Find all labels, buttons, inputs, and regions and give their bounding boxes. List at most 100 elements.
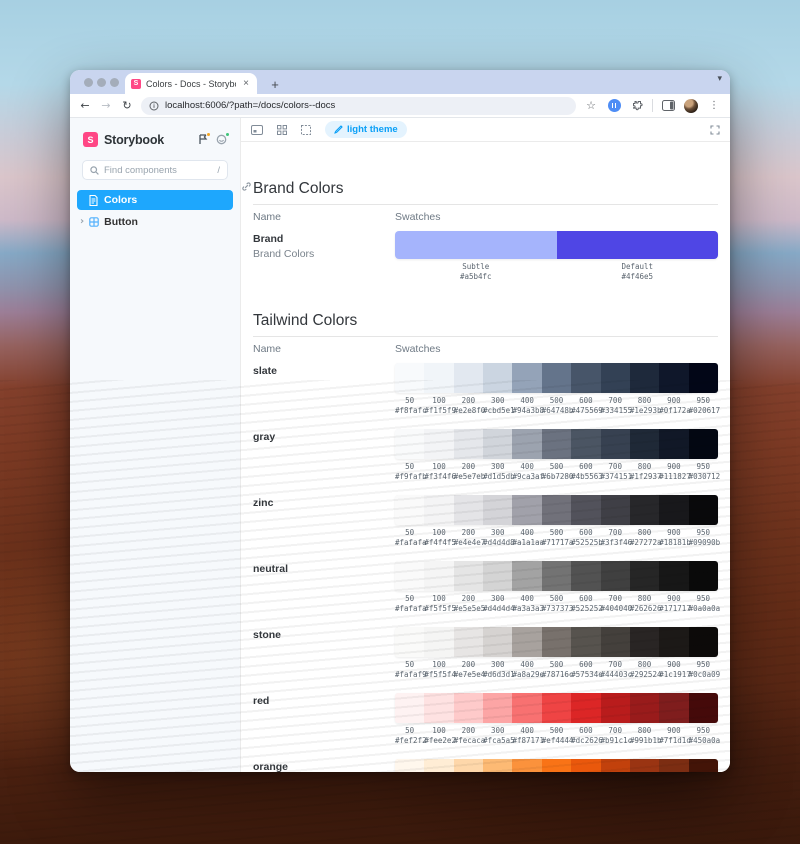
color-name: Brand bbox=[253, 233, 395, 245]
swatch bbox=[483, 429, 512, 459]
heading-anchor-link-icon[interactable] bbox=[242, 182, 251, 191]
table-row: red50100200300400500600700800900950#fef2… bbox=[253, 693, 718, 746]
browser-tab[interactable]: S Colors - Docs - Storybook × bbox=[125, 73, 257, 94]
shortcuts-menu-icon[interactable] bbox=[196, 133, 209, 146]
browser-toolbar: ← → ↻ localhost:6006/?path=/docs/colors-… bbox=[70, 94, 730, 118]
hex-label: #ef4444 bbox=[542, 736, 571, 746]
swatch bbox=[571, 363, 600, 393]
hex-label: #44403c bbox=[601, 670, 630, 680]
swatch bbox=[601, 759, 630, 772]
scale-label: 950 bbox=[689, 462, 718, 472]
hex-label: #1c1917 bbox=[659, 670, 688, 680]
row-name-cell: slate bbox=[253, 363, 395, 416]
paintbrush-icon bbox=[334, 125, 343, 134]
hex-label: #450a0a bbox=[689, 736, 718, 746]
scale-label: 950 bbox=[689, 528, 718, 538]
outline-toggle-icon[interactable] bbox=[301, 125, 311, 135]
hex-label: #fee2e2 bbox=[424, 736, 453, 746]
scale-label: 600 bbox=[571, 462, 600, 472]
tailwind-rows: slate50100200300400500600700800900950#f8… bbox=[253, 363, 718, 772]
sidebar-item-button[interactable]: › Button bbox=[70, 212, 240, 232]
close-window-button[interactable] bbox=[84, 78, 93, 87]
hex-label: #f3f4f6 bbox=[424, 472, 453, 482]
scale-labels: 50100200300400500600700800900950 bbox=[395, 726, 718, 736]
scale-label: 700 bbox=[601, 528, 630, 538]
swatch bbox=[659, 627, 688, 657]
swatch bbox=[512, 759, 541, 772]
swatch bbox=[630, 627, 659, 657]
column-name: Name bbox=[253, 211, 395, 223]
theme-switcher-button[interactable]: light theme bbox=[325, 121, 407, 138]
swatch bbox=[601, 561, 630, 591]
scale-label: 500 bbox=[542, 726, 571, 736]
swatch bbox=[542, 561, 571, 591]
swatch bbox=[689, 561, 718, 591]
swatch bbox=[483, 627, 512, 657]
swatch bbox=[630, 429, 659, 459]
tab-search-chevron-icon[interactable]: ▾ bbox=[717, 73, 722, 84]
grid-toggle-icon[interactable] bbox=[277, 125, 287, 135]
swatch-bar bbox=[395, 627, 718, 657]
docs-page: Brand Colors Name Swatches BrandBrand Co… bbox=[241, 142, 730, 772]
hex-label: #0c0a09 bbox=[689, 670, 718, 680]
sidebar-item-colors[interactable]: Colors bbox=[77, 190, 233, 210]
hex-label: #d4d4d4 bbox=[483, 604, 512, 614]
swatch bbox=[571, 429, 600, 459]
whats-new-icon[interactable] bbox=[215, 133, 228, 146]
hex-label: #94a3b8 bbox=[512, 406, 541, 416]
address-bar[interactable]: localhost:6006/?path=/docs/colors--docs bbox=[141, 97, 576, 115]
scale-label: 700 bbox=[601, 594, 630, 604]
swatch bbox=[630, 561, 659, 591]
swatch-cell: 50100200300400500600700800900950#fafaf9#… bbox=[395, 627, 718, 680]
expand-chevron-icon[interactable]: › bbox=[80, 217, 84, 227]
site-info-icon[interactable] bbox=[149, 101, 159, 111]
scale-label: 800 bbox=[630, 594, 659, 604]
forward-icon[interactable]: → bbox=[99, 99, 113, 112]
scale-labels: 50100200300400500600700800900950 bbox=[395, 396, 718, 406]
row-name-cell: orange bbox=[253, 759, 395, 772]
search-input[interactable]: Find components / bbox=[82, 160, 228, 180]
swatch bbox=[571, 561, 600, 591]
scale-label: 300 bbox=[483, 660, 512, 670]
side-panel-icon[interactable] bbox=[660, 98, 676, 114]
scale-label: 700 bbox=[601, 462, 630, 472]
hex-label: #737373 bbox=[542, 604, 571, 614]
column-swatches: Swatches bbox=[395, 211, 441, 223]
hex-label: #d1d5db bbox=[483, 472, 512, 482]
swatch bbox=[454, 627, 483, 657]
reload-icon[interactable]: ↻ bbox=[120, 99, 134, 112]
swatch-cell: 50100200300400500600700800900950#f8fafc#… bbox=[395, 363, 718, 416]
extensions-puzzle-icon[interactable] bbox=[629, 98, 645, 114]
swatch bbox=[542, 627, 571, 657]
swatch bbox=[483, 561, 512, 591]
swatch bbox=[659, 693, 688, 723]
hex-label: #cbd5e1 bbox=[483, 406, 512, 416]
swatch bbox=[395, 495, 424, 525]
extension-badge-icon[interactable] bbox=[606, 98, 622, 114]
fullscreen-icon[interactable] bbox=[710, 125, 720, 135]
profile-avatar[interactable] bbox=[683, 98, 699, 114]
hex-label: #f87171 bbox=[512, 736, 541, 746]
remount-panel-icon[interactable] bbox=[251, 125, 263, 135]
browser-menu-icon[interactable]: ⋮ bbox=[706, 98, 722, 114]
scale-label: 300 bbox=[483, 726, 512, 736]
hex-labels: #f9fafb#f3f4f6#e5e7eb#d1d5db#9ca3af#6b72… bbox=[395, 472, 718, 482]
scale-label: 800 bbox=[630, 660, 659, 670]
table-row: BrandBrand ColorsSubtle#a5b4fcDefault#4f… bbox=[253, 231, 718, 282]
swatch bbox=[601, 693, 630, 723]
scale-label: 950 bbox=[689, 594, 718, 604]
hex-label: #020617 bbox=[689, 406, 718, 416]
minimize-window-button[interactable] bbox=[97, 78, 106, 87]
scale-label: 50 bbox=[395, 462, 424, 472]
hex-label: #a1a1aa bbox=[512, 538, 541, 548]
desktop-wallpaper: S Colors - Docs - Storybook × + ▾ ← → ↻ … bbox=[0, 0, 800, 844]
back-icon[interactable]: ← bbox=[78, 99, 92, 112]
tab-close-icon[interactable]: × bbox=[241, 79, 251, 89]
scale-label: 400 bbox=[512, 462, 541, 472]
new-tab-button[interactable]: + bbox=[266, 77, 284, 92]
column-swatches: Swatches bbox=[395, 343, 441, 355]
scale-label: 400 bbox=[512, 528, 541, 538]
zoom-window-button[interactable] bbox=[110, 78, 119, 87]
scale-label: 50 bbox=[395, 528, 424, 538]
bookmark-star-icon[interactable]: ☆ bbox=[583, 98, 599, 114]
